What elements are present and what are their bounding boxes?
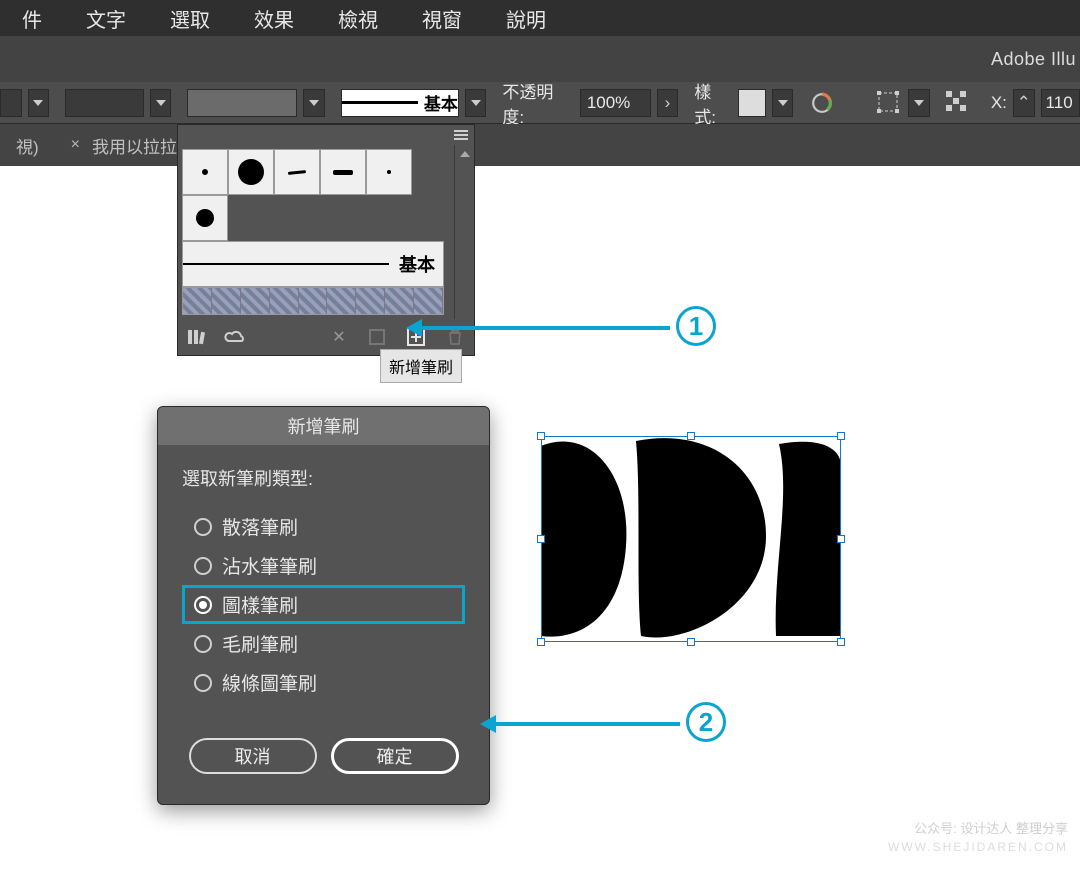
new-brush-button[interactable] [404,325,428,349]
radio-art-brush[interactable]: 線條圖筆刷 [182,663,465,702]
style-label: 樣式: [694,78,732,128]
tooltip-new-brush: 新增筆刷 [380,349,462,383]
radio-label: 圖樣筆刷 [222,591,298,618]
x-link-icon[interactable]: ⌃ [1013,89,1035,117]
fill-swatch[interactable] [0,89,22,117]
radio-label: 沾水筆筆刷 [222,552,317,579]
opacity-label: 不透明度: [502,78,573,128]
radio-bristle-brush[interactable]: 毛刷筆刷 [182,624,465,663]
options-icon[interactable] [366,326,388,348]
close-icon[interactable]: × [71,136,80,154]
menu-item[interactable]: 視窗 [400,4,484,33]
menu-item[interactable]: 選取 [148,4,232,33]
radio-pattern-brush[interactable]: 圖樣筆刷 [182,585,465,624]
x-label: X: [991,93,1007,113]
remove-stroke-icon[interactable]: ✕ [328,326,350,348]
style-swatch[interactable] [738,89,766,117]
brush-row-pattern[interactable] [182,287,444,315]
handle-se[interactable] [837,638,845,646]
panel-scrollbar[interactable] [454,145,474,319]
x-field[interactable]: 110 [1041,89,1080,117]
brush-row-label: 基本 [399,251,435,277]
menu-item[interactable]: 檢視 [316,4,400,33]
brush-thumb[interactable] [182,149,228,195]
cloud-icon[interactable] [224,326,246,348]
menu-item[interactable]: 文字 [64,4,148,33]
x-value: 110 [1046,93,1073,113]
title-strip: Adobe Illu [0,36,1080,82]
radio-scatter-brush[interactable]: 散落筆刷 [182,507,465,546]
brush-dropdown[interactable] [465,89,487,117]
tab[interactable]: 視) [0,124,55,166]
handle-sw[interactable] [537,638,545,646]
brush-thumb[interactable] [182,195,228,241]
brush-thumb[interactable] [366,149,412,195]
radio-calligraphic-brush[interactable]: 沾水筆筆刷 [182,546,465,585]
anchor-icon[interactable] [945,90,971,116]
opacity-value: 100% [587,93,630,113]
brush-row-basic[interactable]: 基本 [182,241,444,287]
profile-field[interactable] [187,89,297,117]
menu-item[interactable]: 說明 [484,4,568,33]
brush-thumb[interactable] [228,149,274,195]
radio-label: 毛刷筆刷 [222,630,298,657]
panel-menu-icon[interactable] [454,130,468,140]
recolor-icon[interactable] [809,90,835,116]
handle-ne[interactable] [837,432,845,440]
radio-label: 線條圖筆刷 [222,669,317,696]
radio-label: 散落筆刷 [222,513,298,540]
menu-item[interactable]: 件 [0,4,64,33]
brush-thumb[interactable] [320,149,366,195]
app-title: Adobe Illu [991,49,1076,70]
menu-bar: 件 文字 選取 效果 檢視 視窗 說明 [0,0,1080,36]
library-icon[interactable] [186,326,208,348]
options-bar: 基本 不透明度: 100% › 樣式: X: ⌃ 110 [0,82,1080,124]
cancel-button[interactable]: 取消 [189,738,317,774]
watermark: 公众号: 设计达人 整理分享 WWW.SHEJIDAREN.COM [888,819,1068,857]
delete-brush-icon[interactable] [444,326,466,348]
profile-dropdown[interactable] [303,89,325,117]
fill-dropdown[interactable] [28,89,50,117]
brush-preset-label: 基本 [424,90,458,115]
dialog-heading: 選取新筆刷類型: [182,465,465,491]
transform-icon[interactable] [876,90,902,116]
style-dropdown[interactable] [772,89,794,117]
document-tabs: 視) ×我用以拉拉的. [0,124,1080,166]
stroke-weight-dropdown[interactable] [150,89,172,117]
selected-artwork[interactable] [541,436,841,642]
ok-button[interactable]: 確定 [331,738,459,774]
handle-e[interactable] [837,535,845,543]
dialog-title: 新增筆刷 [158,407,489,445]
brushes-panel: 基本 ✕ [177,124,475,356]
brush-preset[interactable]: 基本 [341,89,459,117]
menu-item[interactable]: 效果 [232,4,316,33]
handle-w[interactable] [537,535,545,543]
brush-thumb[interactable] [274,149,320,195]
opacity-field[interactable]: 100% [580,89,651,117]
bounding-box [541,436,841,642]
handle-nw[interactable] [537,432,545,440]
opacity-dropdown[interactable]: › [657,89,679,117]
transform-dropdown[interactable] [908,89,930,117]
handle-n[interactable] [687,432,695,440]
handle-s[interactable] [687,638,695,646]
new-brush-dialog: 新增筆刷 選取新筆刷類型: 散落筆刷 沾水筆筆刷 圖樣筆刷 毛刷筆刷 線條圖筆刷… [157,406,490,805]
stroke-weight-field[interactable] [65,89,144,117]
tab-label: 視) [16,133,39,158]
